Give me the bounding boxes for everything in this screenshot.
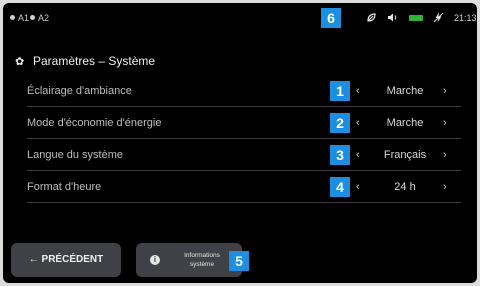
- system-info-button[interactable]: i Informations système: [136, 243, 242, 277]
- info-icon: i: [150, 255, 160, 265]
- system-info-line1: Informations: [184, 252, 220, 259]
- radio-a1-label: A1: [18, 13, 30, 23]
- marker-badge-4: 4: [330, 177, 350, 197]
- marker-badge-2: 2: [330, 113, 350, 133]
- marker-badge-6: 6: [321, 8, 341, 28]
- setting-value: Marche: [386, 85, 424, 97]
- setting-row-energy-saving[interactable]: Mode d'économie d'énergie 2 ‹ Marche ›: [19, 107, 477, 139]
- setting-label: Mode d'économie d'énergie: [27, 117, 162, 129]
- setting-value: Français: [383, 149, 427, 161]
- radio-a2-label: A2: [38, 13, 50, 23]
- marker-badge-1: 1: [330, 81, 350, 101]
- next-value-arrow[interactable]: ›: [443, 171, 447, 203]
- setting-value: 24 h: [394, 181, 416, 193]
- page-title: ✿ Paramètres – Système: [15, 54, 155, 68]
- previous-button[interactable]: ← PRÉCÉDENT: [11, 243, 121, 277]
- next-value-arrow[interactable]: ›: [443, 107, 447, 139]
- screen: A1 A2 6 21:13 ✿ Paramètres – Système Écla…: [3, 3, 477, 283]
- next-value-arrow[interactable]: ›: [443, 139, 447, 171]
- marker-badge-3: 3: [330, 145, 350, 165]
- system-info-label: Informations système: [170, 251, 234, 269]
- radio-a1-indicator: A1: [10, 13, 29, 23]
- next-value-arrow[interactable]: ›: [443, 75, 447, 107]
- clock: 21:13: [454, 13, 477, 23]
- battery-icon: [409, 15, 423, 21]
- dot-icon: [30, 15, 35, 20]
- previous-value-arrow[interactable]: ‹: [356, 139, 360, 171]
- gear-icon: ✿: [15, 56, 25, 68]
- marker-badge-5: 5: [229, 251, 249, 271]
- previous-value-arrow[interactable]: ‹: [356, 75, 360, 107]
- setting-row-system-language[interactable]: Langue du système 3 ‹ Français ›: [19, 139, 477, 171]
- setting-label: Langue du système: [27, 149, 124, 161]
- radio-a2-indicator: A2: [30, 13, 49, 23]
- dot-icon: [10, 15, 15, 20]
- row-divider: [27, 202, 461, 203]
- setting-row-ambient-lighting[interactable]: Éclairage d'ambiance 1 ‹ Marche ›: [19, 75, 477, 107]
- page-title-text: Paramètres – Système: [33, 54, 156, 68]
- previous-value-arrow[interactable]: ‹: [356, 171, 360, 203]
- setting-row-time-format[interactable]: Format d'heure 4 ‹ 24 h ›: [19, 171, 477, 203]
- previous-value-arrow[interactable]: ‹: [356, 107, 360, 139]
- no-signal-icon: [433, 12, 444, 26]
- setting-label: Éclairage d'ambiance: [27, 85, 132, 97]
- system-info-line2: système: [189, 261, 215, 268]
- setting-label: Format d'heure: [27, 181, 102, 193]
- setting-value: Marche: [386, 117, 424, 129]
- status-bar: A1 A2 6 21:13: [3, 3, 477, 33]
- volume-icon: [387, 12, 399, 26]
- leaf-icon: [366, 12, 377, 26]
